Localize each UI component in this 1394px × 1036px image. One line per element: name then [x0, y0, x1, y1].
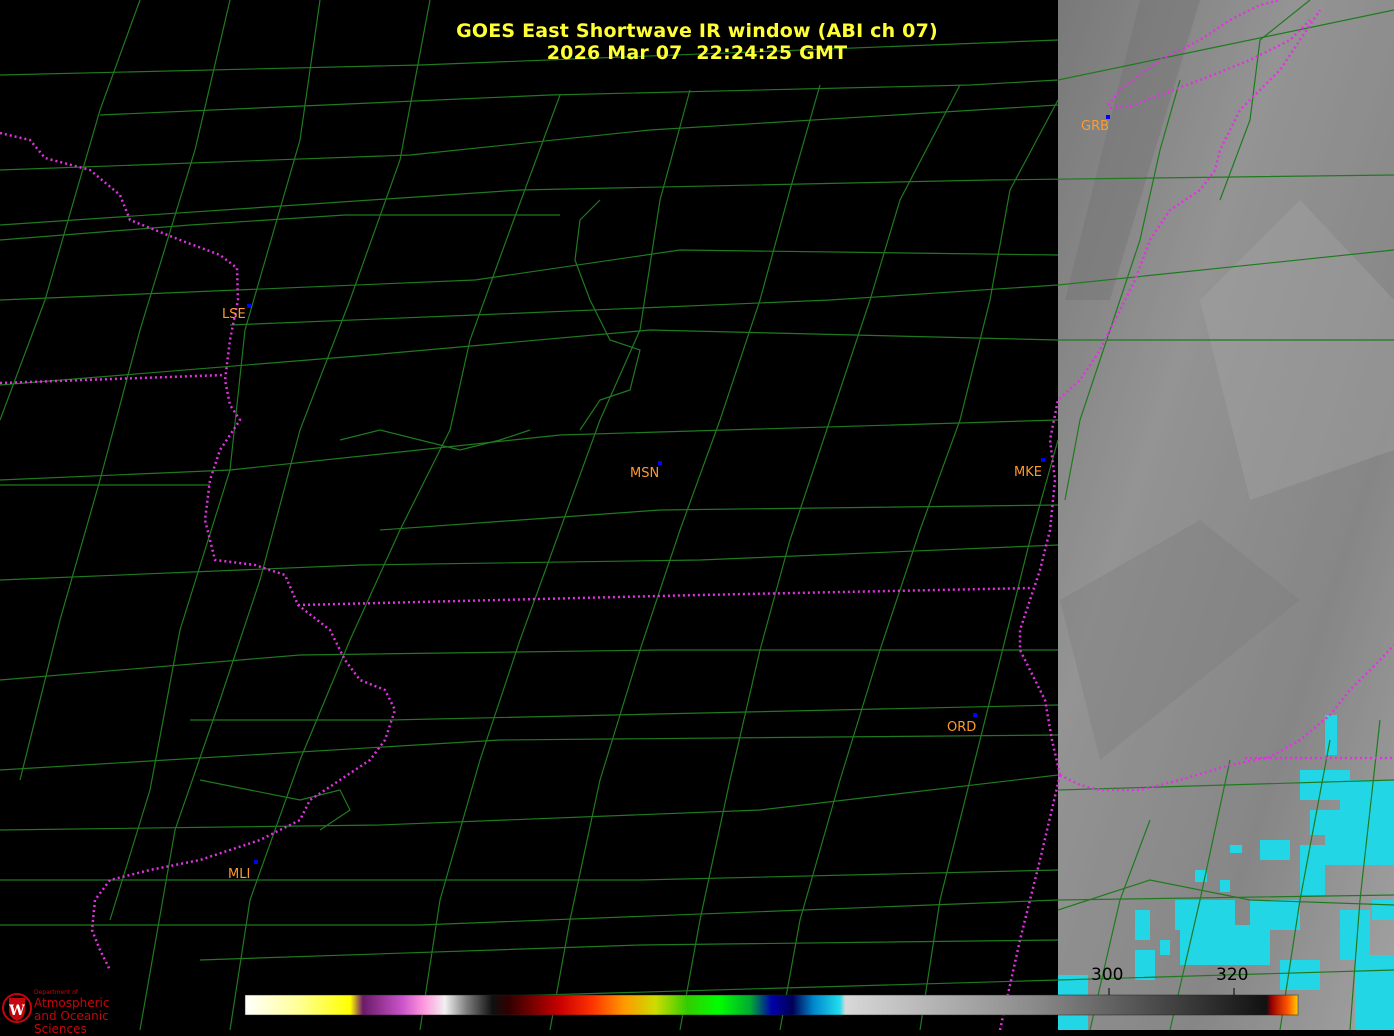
colorbar-tick-300: 300	[1091, 965, 1123, 985]
uw-crest-icon: W	[2, 993, 32, 1023]
logo-text: Department of Atmospheric and Oceanic Sc…	[34, 989, 160, 1036]
title-line-1: GOES East Shortwave IR window (ABI ch 07…	[456, 20, 938, 42]
svg-text:MKE: MKE	[1014, 465, 1042, 480]
svg-text:GRB: GRB	[1081, 119, 1109, 134]
svg-text:MLI: MLI	[228, 867, 250, 882]
satellite-map: GRB LSE MSN MKE ORD MLI 300 320	[0, 0, 1394, 1030]
ir-imagery-region	[1058, 0, 1394, 1030]
logo-line-1: Atmospheric	[34, 995, 110, 1010]
crest-letter: W	[8, 1003, 25, 1019]
logo-line-2: and Oceanic Sciences	[34, 1008, 109, 1036]
uw-aos-logo: W Department of Atmospheric and Oceanic …	[0, 984, 160, 1036]
svg-text:MSN: MSN	[630, 466, 659, 481]
svg-text:ORD: ORD	[947, 720, 976, 735]
image-title: GOES East Shortwave IR window (ABI ch 07…	[0, 20, 1394, 64]
svg-text:LSE: LSE	[222, 307, 246, 322]
colorbar-tick-320: 320	[1216, 965, 1248, 985]
title-timestamp: 2026 Mar 07 22:24:25 GMT	[546, 42, 848, 64]
